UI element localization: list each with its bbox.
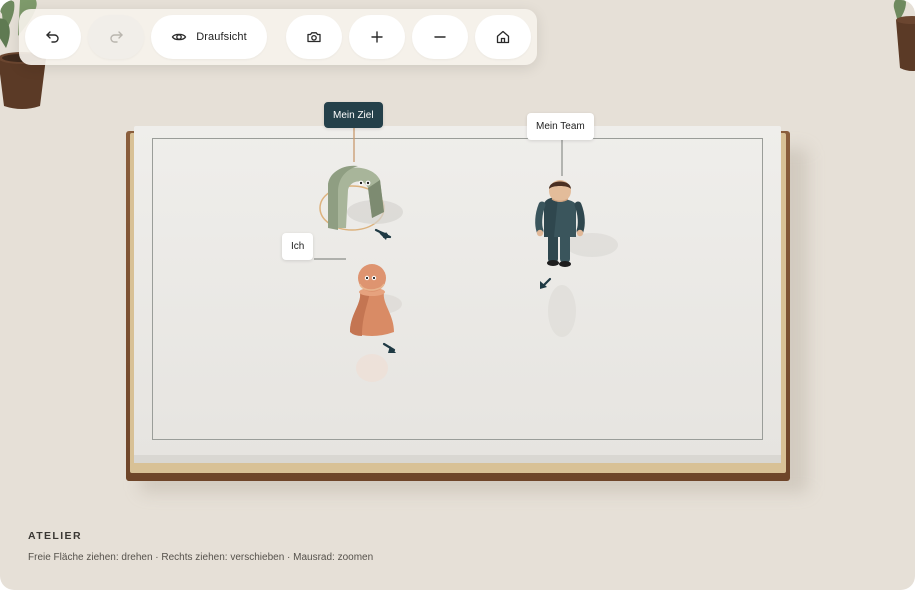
canvas-stage[interactable]: Draufsicht Mein Ziel Ich Mein Team ATELI… — [0, 0, 915, 590]
team-label[interactable]: Mein Team — [527, 113, 594, 140]
controls-hint: Freie Fläche ziehen: drehen · Rechts zie… — [28, 552, 374, 563]
goal-label[interactable]: Mein Ziel — [324, 102, 383, 128]
app-title: ATELIER — [28, 530, 82, 542]
label-leader-lines — [314, 127, 563, 260]
me-label[interactable]: Ich — [282, 233, 314, 260]
